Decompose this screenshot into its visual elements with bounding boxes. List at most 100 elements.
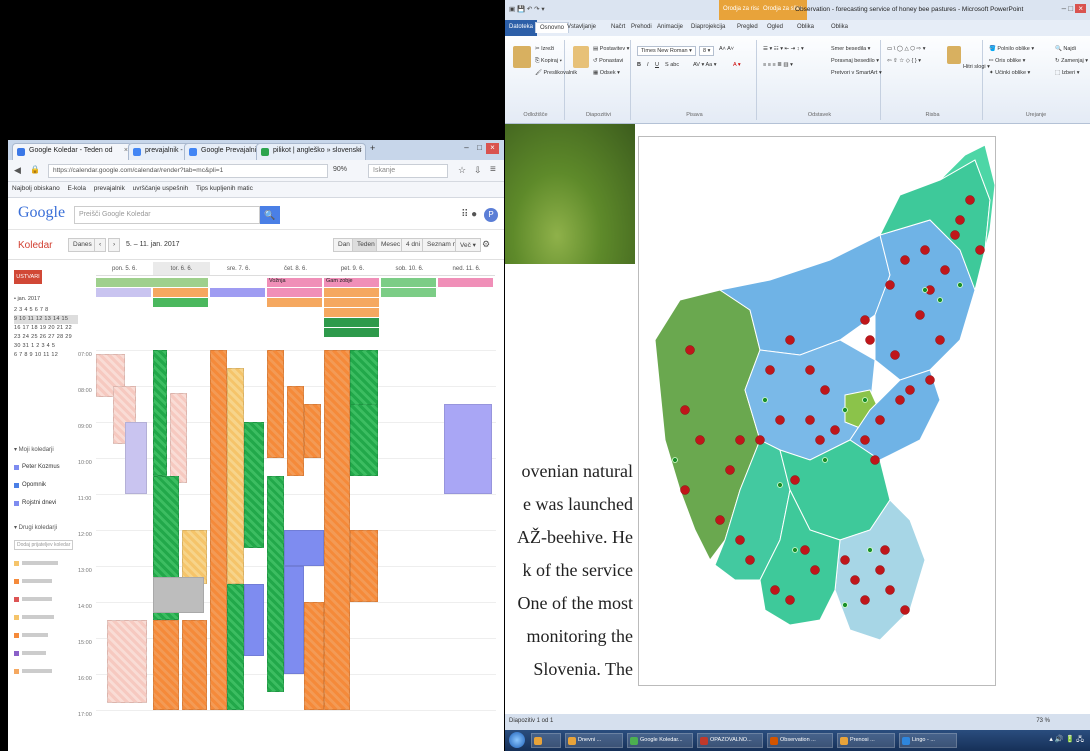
day-header[interactable]: pon. 5. 6. [96,262,153,276]
calendar-event[interactable] [267,350,285,458]
taskbar-item[interactable]: Google Koledar... [627,733,693,748]
calendar-list-item[interactable] [14,626,78,644]
font-name-select[interactable]: Times New Roman ▾ [637,46,696,56]
tab-format[interactable]: Oblika [831,24,848,30]
all-day-event[interactable] [96,288,151,297]
calendar-list-item[interactable]: Rojstni dnevi [14,494,78,512]
calendar-list-item[interactable] [14,608,78,626]
bookmark-item[interactable]: Tips kupljenih matic [196,185,253,192]
all-day-event[interactable] [381,278,436,287]
font-color-icon[interactable]: A ▾ [733,62,741,68]
font-size-select[interactable]: 8 ▾ [699,46,715,56]
avatar[interactable]: P [484,208,498,222]
taskbar-item[interactable]: Observation ... [767,733,833,748]
system-tray-icons[interactable]: ▴ 🔊 🔋 🖧 [1049,735,1084,746]
paste-icon[interactable] [513,46,531,68]
text-direction-button[interactable]: Smer besedila ▾ [831,46,870,52]
find-button[interactable]: 🔍 Najdi [1055,46,1076,52]
calendar-event[interactable] [304,404,322,458]
url-input[interactable]: https://calendar.google.com/calendar/ren… [48,164,328,178]
calendar-event[interactable] [181,620,208,710]
minimize-icon[interactable]: – [460,143,473,154]
cut-icon[interactable]: ✂ Izreži [535,46,554,52]
calendar-event[interactable] [286,386,305,476]
create-button[interactable]: USTVARI [14,270,42,284]
google-logo[interactable]: Google [18,204,65,222]
today-button[interactable]: Danes [68,238,97,252]
mini-calendar-title[interactable]: • jan. 2017 [14,295,78,304]
taskbar-item[interactable]: Lingo - ... [899,733,957,748]
replace-button[interactable]: ↻ Zamenjaj ▾ [1055,58,1088,64]
search-icon[interactable]: 🔍 [260,206,280,224]
start-button-icon[interactable] [509,732,525,748]
tab-review[interactable]: Pregled [737,24,758,30]
taskbar-item[interactable] [531,733,561,748]
all-day-event[interactable] [96,278,208,287]
mini-calendar-week[interactable]: 16 17 18 19 20 21 22 [14,324,78,333]
taskbar-item[interactable]: Prenosi ... [837,733,895,748]
meadow-photo[interactable] [505,124,635,264]
apps-grid-icon[interactable]: ⠿ [461,209,468,220]
calendar-event[interactable] [210,350,228,710]
calendar-event[interactable] [324,350,350,710]
my-calendars-heading[interactable]: ▾ Moji koledarji [14,440,78,458]
bookmark-item[interactable]: E-kola [68,185,86,192]
calendar-event[interactable] [349,404,379,476]
reset-button[interactable]: ↺ Ponastavi [593,58,623,64]
align-icons[interactable]: ≡ ≡ ≡ ≣ ▥ ▾ [763,62,793,68]
day-header[interactable]: čet. 8. 6. [267,262,324,276]
shape-outline-button[interactable]: ✏ Oris oblike ▾ [989,58,1025,64]
calendar-list-item[interactable] [14,644,78,662]
tab-home[interactable]: Osnovno [535,22,570,33]
all-day-event[interactable] [324,288,379,297]
shape-effects-button[interactable]: ✦ Učinki oblike ▾ [989,70,1030,76]
underline-icon[interactable]: U [655,62,659,68]
tab-insert[interactable]: Vstavljanje [567,24,596,30]
mini-calendar-week[interactable]: 9 10 11 12 13 14 15 [14,315,78,324]
bookmark-item[interactable]: uvrščanje uspešnih [133,185,189,192]
grow-font-icon[interactable]: A˄ A˅ [719,46,734,52]
settings-gear-icon[interactable]: ⚙ [482,239,490,250]
calendar-event[interactable] [107,620,148,703]
calendar-search-input[interactable]: Preišči Google Koledar [74,206,260,224]
calendar-event[interactable] [267,476,285,692]
close-window-icon[interactable]: × [1075,4,1086,13]
quick-access-icons[interactable]: ▣ 💾 ↶ ↷ ▾ [509,5,545,13]
all-day-event[interactable]: Vožnja [267,278,322,287]
shapes-gallery[interactable]: ▭ \ ◯ △ ⬡ ⇨ ▾ [887,46,925,52]
mini-calendar-week[interactable]: 6 7 8 9 10 11 12 [14,351,78,360]
spacing-icon[interactable]: AV ▾ Aa ▾ [693,62,716,68]
mini-calendar-week[interactable]: 23 24 25 26 27 28 29 [14,333,78,342]
arrange-icon[interactable] [947,46,961,64]
calendar-event[interactable] [244,584,265,656]
menu-icon[interactable]: ≡ [490,164,496,175]
calendar-list-item[interactable]: Opomnik [14,476,78,494]
shape-fill-button[interactable]: 🪣 Polnilo oblike ▾ [989,46,1034,52]
select-button[interactable]: ⬚ Izberi ▾ [1055,70,1079,76]
bullets-icon[interactable]: ☰ ▾ ☷ ▾ ⇤ ⇥ ↕ ▾ [763,46,804,52]
day-header[interactable]: sob. 10. 6. [381,262,438,276]
tab-slideshow[interactable]: Diaprojekcija [691,24,725,30]
all-day-event[interactable] [324,318,379,327]
calendar-event[interactable] [304,602,324,710]
copy-icon[interactable]: ⎘ Kopiraj ▾ [535,58,562,65]
new-slide-icon[interactable] [573,46,589,68]
calendar-event[interactable] [244,422,265,548]
calendar-event[interactable] [443,404,493,494]
browser-tab-dictionary[interactable]: pilikot | angleško » slovenski × [256,143,366,160]
slovenia-map[interactable] [640,140,995,685]
back-icon[interactable]: ◀ [14,165,21,176]
section-button[interactable]: ▦ Odsek ▾ [593,70,620,76]
all-day-event[interactable] [438,278,493,287]
day-header[interactable]: pet. 9. 6. [324,262,381,276]
calendar-event[interactable] [284,566,305,674]
align-text-button[interactable]: Poravnaj besedilo ▾ [831,58,879,64]
all-day-event[interactable] [267,288,322,297]
more-button[interactable]: Več ▾ [455,238,481,252]
day-header[interactable]: sre. 7. 6. [210,262,267,276]
bookmark-star-icon[interactable]: ☆ [458,165,466,176]
other-calendars-heading[interactable]: ▾ Drugi koledarji [14,518,78,536]
tab-animations[interactable]: Animacije [657,24,683,30]
close-window-icon[interactable]: × [486,143,499,154]
calendar-list-item[interactable] [14,590,78,608]
